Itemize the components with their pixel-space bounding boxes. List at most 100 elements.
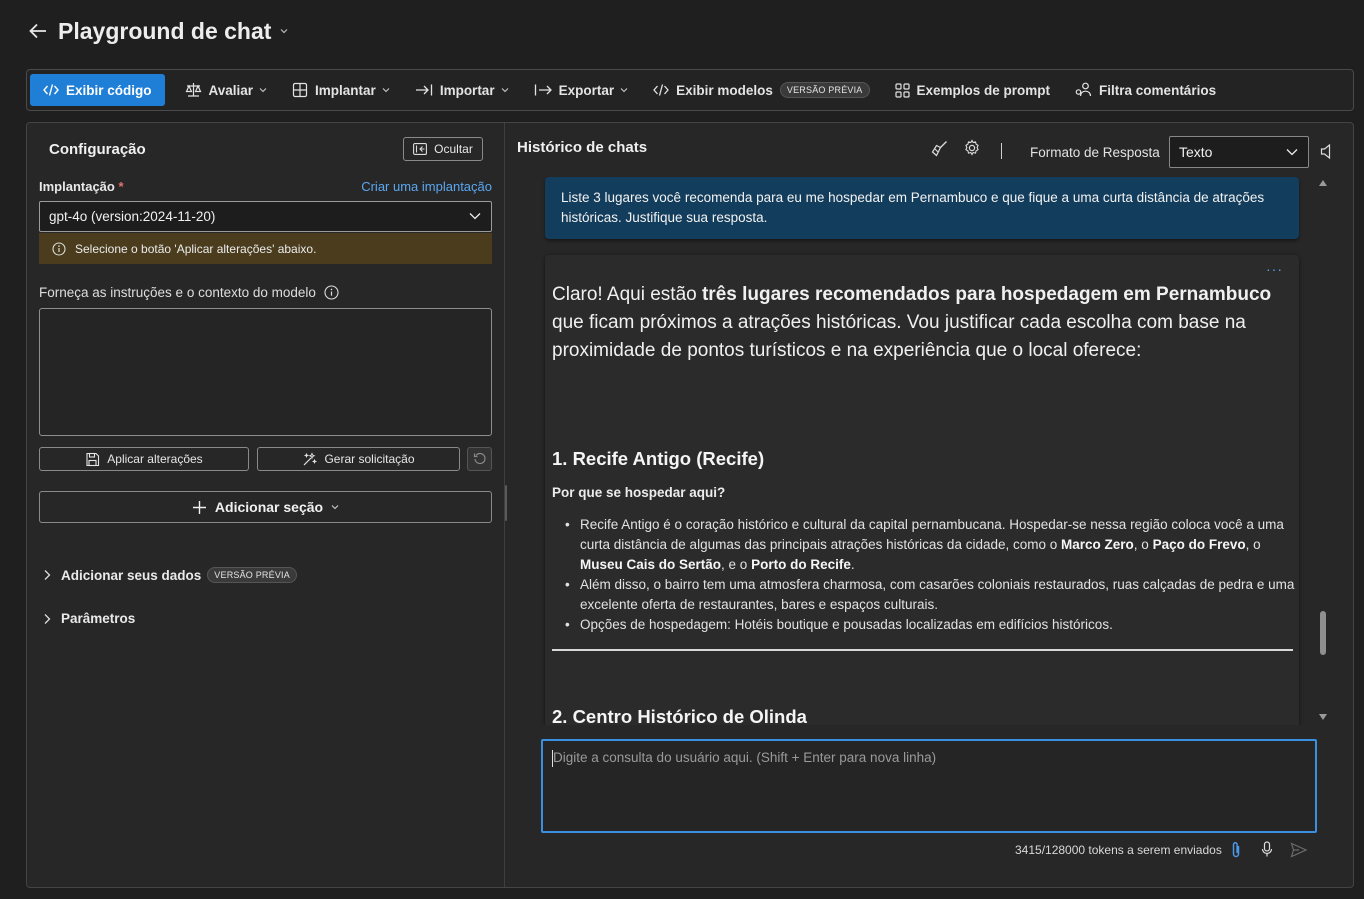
toolbar: Exibir código Avaliar Implantar Importar… [26, 69, 1354, 111]
chat-messages: Liste 3 lugares você recomenda para eu m… [539, 175, 1315, 725]
export-button[interactable]: Exportar [524, 74, 639, 106]
deployment-select[interactable]: gpt-4o (version:2024-11-20) [39, 201, 492, 232]
chevron-right-icon [44, 613, 51, 624]
user-query-input[interactable]: Digite a consulta do usuário aqui. (Shif… [541, 739, 1317, 833]
send-icon [1290, 842, 1307, 858]
deployment-label-text: Implantação [39, 179, 115, 194]
chevron-down-icon [259, 88, 267, 93]
chevron-down-icon [469, 213, 481, 220]
filter-comments-button[interactable]: Filtra comentários [1065, 74, 1226, 106]
token-count: 3415/128000 tokens a serem enviados [1015, 843, 1222, 857]
instructions-label: Forneça as instruções e o contexto do mo… [39, 285, 339, 300]
page-header: Playground de chat [28, 14, 289, 48]
chevron-down-icon [501, 88, 508, 93]
response-format-select[interactable]: Texto [1169, 136, 1309, 168]
hide-button[interactable]: Ocultar [403, 137, 483, 161]
page-title: Playground de chat [58, 17, 272, 44]
intro-bold-text: três lugares recomendados para hospedage… [701, 284, 1272, 305]
separator-text: , o [1245, 537, 1261, 552]
add-your-data-section[interactable]: Adicionar seus dados VERSÃO PRÉVIA [43, 567, 297, 583]
view-code-button[interactable]: Exibir código [30, 74, 165, 106]
import-button[interactable]: Importar [405, 74, 519, 106]
chat-scrollbar[interactable] [1317, 179, 1329, 725]
chat-history-title: Histórico de chats [517, 139, 648, 156]
attach-button[interactable] [1231, 841, 1241, 859]
speaker-button[interactable] [1320, 143, 1333, 160]
apply-changes-warning: Selecione o botão 'Aplicar alterações' a… [39, 233, 492, 264]
panel-resize-handle[interactable] [505, 485, 507, 521]
hide-label: Ocultar [434, 142, 473, 156]
create-deployment-link[interactable]: Criar uma implantação [361, 179, 492, 194]
clear-chat-button[interactable] [931, 140, 948, 157]
filter-comments-label: Filtra comentários [1099, 82, 1217, 98]
scroll-down-arrow-icon[interactable] [1318, 713, 1328, 721]
deploy-box-icon [292, 82, 308, 98]
prompt-samples-label: Exemplos de prompt [916, 82, 1051, 98]
system-instructions-textarea[interactable] [39, 308, 492, 436]
import-arrow-icon [415, 84, 432, 96]
add-section-button[interactable]: Adicionar seção [39, 491, 492, 523]
microphone-button[interactable] [1261, 841, 1273, 858]
chevron-down-icon [382, 88, 390, 93]
why-stay-label: Por que se hospedar aqui? [552, 485, 726, 500]
send-button[interactable] [1290, 842, 1307, 858]
deploy-label: Implantar [315, 82, 376, 98]
separator-text: , e o [721, 557, 752, 572]
export-arrow-icon [534, 84, 552, 96]
scroll-up-arrow-icon[interactable] [1318, 179, 1328, 187]
prompt-samples-button[interactable]: Exemplos de prompt [885, 74, 1061, 106]
place-marco-zero: Marco Zero [1061, 537, 1134, 552]
query-placeholder: Digite a consulta do usuário aqui. (Shif… [553, 750, 937, 765]
add-your-data-label: Adicionar seus dados [61, 567, 202, 583]
sparkle-wand-icon [304, 451, 318, 465]
save-icon [86, 452, 100, 466]
reset-icon [473, 453, 486, 465]
deployment-value: gpt-4o (version:2024-11-20) [49, 209, 216, 224]
section-divider [552, 649, 1293, 651]
list-item: Além disso, o bairro tem uma atmosfera c… [565, 575, 1295, 615]
back-arrow-icon[interactable] [28, 21, 48, 41]
chevron-down-icon [620, 88, 628, 93]
chevron-down-icon [331, 505, 339, 510]
people-feedback-icon [1075, 82, 1092, 97]
warning-text: Selecione o botão 'Aplicar alterações' a… [75, 241, 317, 256]
parameters-label: Parâmetros [61, 611, 136, 626]
scrollbar-thumb[interactable] [1320, 611, 1326, 655]
deployment-label: Implantação * [39, 179, 124, 194]
info-icon[interactable] [324, 285, 339, 300]
response-format-label: Formato de Resposta [1030, 145, 1160, 160]
deploy-button[interactable]: Implantar [282, 74, 400, 106]
title-chevron-down-icon[interactable] [279, 26, 289, 36]
separator-text: , o [1133, 537, 1153, 552]
gear-icon [965, 139, 979, 156]
reset-button[interactable] [467, 447, 492, 471]
heading-olinda: 2. Centro Histórico de Olinda [552, 706, 807, 725]
instructions-label-text: Forneça as instruções e o contexto do mo… [39, 285, 316, 300]
list-item: Opções de hospedagem: Hotéis boutique e … [565, 615, 1295, 635]
place-porto-do-recife: Porto do Recife [751, 557, 851, 572]
code-icon [653, 84, 669, 96]
apply-changes-button[interactable]: Aplicar alterações [39, 447, 249, 471]
reasons-list: Recife Antigo é o coração histórico e cu… [565, 515, 1295, 635]
evaluate-label: Avaliar [208, 82, 254, 98]
sentence-end: . [850, 557, 855, 572]
chat-settings-button[interactable] [963, 139, 981, 157]
heading-recife-antigo: 1. Recife Antigo (Recife) [552, 448, 765, 469]
chevron-right-icon [44, 570, 51, 580]
view-models-button[interactable]: Exibir modelos VERSÃO PRÉVIA [643, 74, 879, 106]
assistant-message: ··· Claro! Aqui estão três lugares recom… [545, 255, 1299, 725]
response-format-value: Texto [1179, 144, 1213, 160]
plus-icon [192, 500, 206, 514]
apply-changes-label: Aplicar alterações [107, 452, 203, 466]
evaluate-button[interactable]: Avaliar [175, 74, 278, 106]
microphone-icon [1261, 841, 1273, 857]
generate-prompt-button[interactable]: Gerar solicitação [257, 447, 460, 471]
grid-icon [894, 82, 910, 98]
required-mark: * [118, 179, 124, 194]
list-item: Recife Antigo é o coração histórico e cu… [565, 515, 1295, 575]
import-label: Importar [439, 82, 495, 98]
message-more-options[interactable]: ··· [1266, 261, 1283, 277]
parameters-section[interactable]: Parâmetros [43, 611, 135, 626]
export-label: Exportar [558, 82, 615, 98]
configuration-title: Configuração [49, 141, 146, 158]
